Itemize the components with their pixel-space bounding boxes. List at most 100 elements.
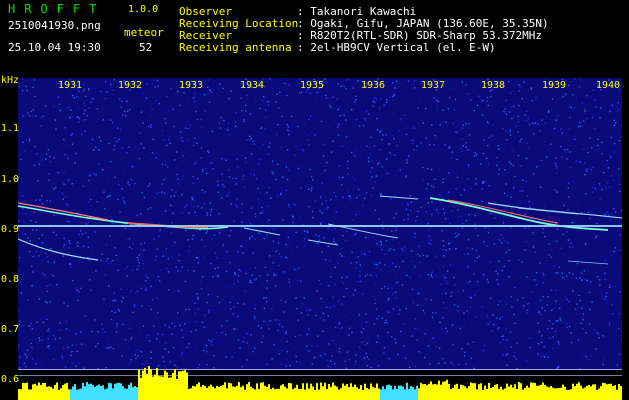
noise-dot bbox=[327, 245, 329, 247]
noise-dot bbox=[319, 283, 321, 285]
noise-dot bbox=[226, 129, 229, 131]
noise-dot bbox=[547, 111, 550, 113]
noise-dot bbox=[552, 119, 555, 121]
level-bar bbox=[36, 385, 38, 400]
noise-dot bbox=[254, 238, 256, 240]
noise-dot bbox=[197, 251, 199, 254]
noise-dot bbox=[202, 256, 205, 258]
noise-dot bbox=[397, 353, 399, 356]
noise-dot bbox=[394, 291, 397, 293]
noise-dot bbox=[528, 227, 530, 229]
noise-dot bbox=[155, 255, 157, 258]
noise-dot bbox=[412, 143, 414, 145]
noise-dot bbox=[526, 142, 528, 144]
noise-dot bbox=[124, 227, 127, 229]
noise-dot bbox=[276, 349, 279, 352]
noise-dot bbox=[23, 83, 26, 86]
noise-dot bbox=[391, 134, 393, 137]
noise-dot bbox=[335, 211, 337, 213]
noise-dot bbox=[147, 277, 149, 279]
noise-dot bbox=[408, 239, 410, 241]
noise-dot bbox=[107, 339, 109, 341]
noise-dot bbox=[234, 273, 236, 276]
noise-dot bbox=[347, 160, 349, 162]
noise-dot bbox=[552, 336, 554, 338]
noise-dot bbox=[197, 205, 199, 207]
noise-dot bbox=[475, 250, 478, 252]
noise-dot bbox=[473, 273, 475, 275]
noise-dot bbox=[247, 365, 250, 367]
noise-dot bbox=[242, 252, 244, 254]
noise-dot bbox=[295, 269, 297, 271]
level-bar bbox=[136, 387, 138, 400]
noise-dot bbox=[87, 221, 90, 223]
noise-dot bbox=[101, 234, 104, 236]
noise-dot bbox=[482, 349, 485, 352]
noise-dot bbox=[95, 174, 97, 176]
noise-dot bbox=[298, 92, 301, 94]
level-bar bbox=[58, 389, 60, 400]
level-bar bbox=[590, 386, 592, 400]
noise-dot bbox=[599, 198, 601, 200]
noise-dot bbox=[525, 110, 528, 112]
noise-dot bbox=[555, 124, 557, 126]
noise-dot bbox=[312, 216, 314, 219]
noise-dot bbox=[71, 362, 73, 364]
noise-dot bbox=[601, 188, 603, 191]
noise-dot bbox=[106, 196, 108, 198]
noise-dot bbox=[533, 196, 535, 198]
noise-dot bbox=[352, 294, 355, 296]
noise-dot bbox=[608, 109, 610, 111]
noise-dot bbox=[229, 308, 232, 310]
noise-dot bbox=[303, 123, 306, 125]
noise-dot bbox=[403, 344, 405, 347]
noise-dot bbox=[537, 353, 539, 355]
noise-dot bbox=[585, 95, 588, 97]
noise-dot bbox=[406, 202, 408, 204]
noise-dot bbox=[215, 317, 218, 320]
noise-dot bbox=[250, 334, 252, 336]
noise-dot bbox=[617, 102, 619, 104]
level-bar bbox=[606, 384, 608, 400]
noise-dot bbox=[618, 109, 620, 111]
noise-dot bbox=[268, 146, 270, 148]
noise-dot bbox=[425, 137, 427, 139]
level-bar bbox=[42, 383, 44, 400]
noise-dot bbox=[579, 367, 582, 370]
noise-dot bbox=[266, 81, 268, 83]
noise-dot bbox=[259, 107, 261, 110]
noise-dot bbox=[574, 78, 576, 80]
noise-dot bbox=[121, 100, 123, 102]
noise-dot bbox=[368, 113, 370, 115]
noise-dot bbox=[90, 205, 92, 207]
noise-dot bbox=[269, 78, 271, 80]
noise-dot bbox=[395, 297, 397, 299]
noise-dot bbox=[429, 363, 431, 365]
noise-dot bbox=[49, 200, 51, 202]
noise-dot bbox=[412, 271, 415, 273]
noise-dot bbox=[158, 340, 161, 343]
noise-dot bbox=[217, 191, 220, 193]
noise-dot bbox=[228, 98, 230, 100]
level-bar bbox=[218, 386, 220, 400]
noise-dot bbox=[467, 343, 469, 345]
noise-dot bbox=[96, 201, 98, 203]
noise-dot bbox=[379, 97, 382, 100]
noise-dot bbox=[225, 270, 228, 273]
noise-dot bbox=[32, 109, 35, 111]
noise-dot bbox=[491, 330, 493, 332]
noise-dot bbox=[408, 155, 410, 157]
noise-dot bbox=[321, 191, 323, 193]
noise-dot bbox=[151, 152, 154, 154]
noise-dot bbox=[142, 325, 145, 327]
noise-dot bbox=[417, 210, 419, 212]
noise-dot bbox=[588, 291, 591, 293]
noise-dot bbox=[585, 202, 587, 205]
noise-dot bbox=[70, 266, 72, 268]
noise-dot bbox=[584, 112, 586, 114]
noise-dot bbox=[222, 243, 224, 246]
noise-dot bbox=[187, 239, 189, 241]
noise-dot bbox=[258, 202, 261, 204]
noise-dot bbox=[168, 138, 170, 140]
noise-dot bbox=[158, 235, 160, 237]
